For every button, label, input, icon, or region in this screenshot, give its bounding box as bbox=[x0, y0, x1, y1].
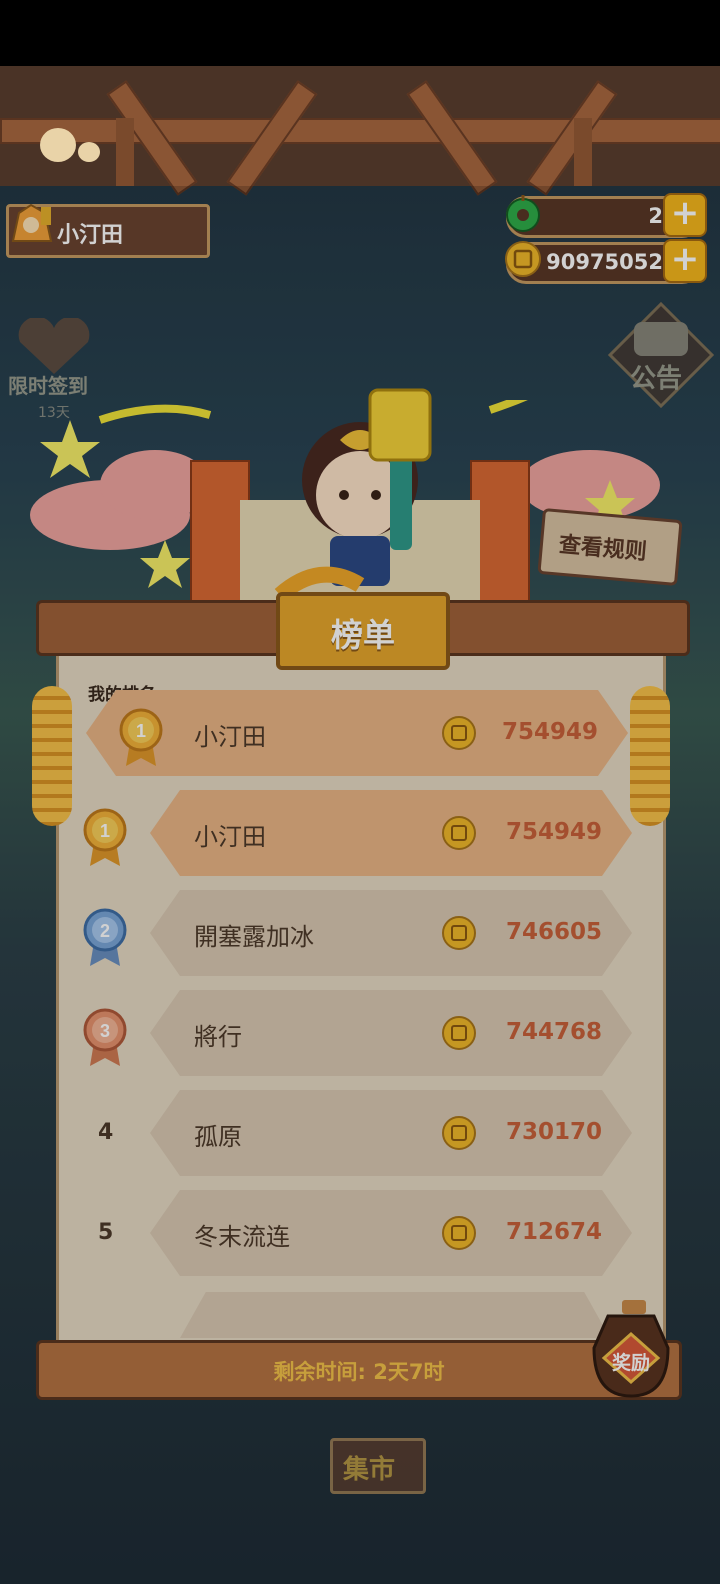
leaderboard-title: 榜单 bbox=[330, 616, 395, 654]
coin-icon bbox=[442, 816, 476, 850]
coin-icon bbox=[442, 916, 476, 950]
game-screen: 小汀田 2 + 90975052 + 限时签到 13天 公告 查看规则 榜单 1… bbox=[0, 0, 720, 1584]
player-name-plate[interactable]: 小汀田 bbox=[6, 203, 210, 258]
leaderboard-row-partial bbox=[180, 1292, 610, 1338]
view-rules-button[interactable]: 查看规则 bbox=[537, 508, 683, 586]
leaderboard-row[interactable]: 將行 744768 bbox=[150, 990, 632, 1076]
my-rank-score: 754949 bbox=[501, 719, 598, 745]
leaderboard-title-plate: 榜单 bbox=[276, 592, 450, 670]
coin-icon bbox=[442, 1216, 476, 1250]
coin-icon bbox=[442, 1016, 476, 1050]
player-avatar-icon bbox=[11, 203, 53, 242]
add-coin-button[interactable]: + bbox=[663, 239, 707, 283]
reward-jar-button[interactable]: 奖励 bbox=[588, 1300, 674, 1400]
market-button[interactable]: 集市 bbox=[330, 1438, 426, 1494]
jade-counter: 2 + bbox=[506, 193, 707, 238]
market-label: 集市 bbox=[343, 1455, 396, 1485]
leaderboard-row[interactable]: 孤原 730170 bbox=[150, 1090, 632, 1176]
player-name: 孤原 bbox=[194, 1123, 242, 1151]
remaining-time-bar: 剩余时间: 2天7时 bbox=[36, 1340, 682, 1400]
rank-number: 3 bbox=[100, 1021, 110, 1041]
add-jade-button[interactable]: + bbox=[663, 193, 707, 237]
reward-label: 奖励 bbox=[612, 1352, 651, 1374]
corn-decoration-right bbox=[630, 686, 670, 826]
view-rules-label: 查看规则 bbox=[557, 532, 648, 566]
rank-number: 1 bbox=[100, 821, 110, 841]
player-score: 746605 bbox=[505, 919, 602, 945]
my-rank-name: 小汀田 bbox=[194, 723, 266, 751]
player-score: 754949 bbox=[505, 819, 602, 845]
medal-bronze-icon: 3 bbox=[80, 1008, 130, 1072]
corn-decoration-left bbox=[32, 686, 72, 826]
player-name: 小汀田 bbox=[57, 223, 124, 248]
my-rank-row[interactable]: 1 小汀田 754949 bbox=[86, 690, 628, 776]
jade-value: 2 bbox=[648, 204, 663, 228]
status-bar bbox=[0, 0, 720, 66]
rank-number: 5 bbox=[98, 1220, 114, 1245]
coin-icon bbox=[442, 716, 476, 750]
player-name: 小汀田 bbox=[194, 823, 266, 851]
roof-beams bbox=[0, 66, 720, 196]
medal-gold-icon: 1 bbox=[116, 708, 166, 772]
player-score: 712674 bbox=[505, 1219, 602, 1245]
rank-number: 2 bbox=[100, 921, 110, 941]
coin-icon bbox=[505, 241, 541, 277]
leaderboard-row[interactable]: 開塞露加冰 746605 bbox=[150, 890, 632, 976]
jade-icon bbox=[506, 195, 540, 232]
player-score: 730170 bbox=[505, 1119, 602, 1145]
coin-counter: 90975052 + bbox=[505, 239, 707, 284]
chick-decoration bbox=[40, 128, 76, 162]
player-name: 將行 bbox=[194, 1023, 242, 1051]
my-rank-number: 1 bbox=[136, 721, 146, 741]
rank-number: 4 bbox=[98, 1120, 114, 1145]
coin-value: 90975052 bbox=[546, 250, 663, 274]
remaining-time: 剩余时间: 2天7时 bbox=[273, 1360, 445, 1384]
player-name: 開塞露加冰 bbox=[194, 923, 314, 951]
medal-silver-icon: 2 bbox=[80, 908, 130, 972]
player-score: 744768 bbox=[505, 1019, 602, 1045]
medal-gold-icon: 1 bbox=[80, 808, 130, 872]
leaderboard-row[interactable]: 冬末流连 712674 bbox=[150, 1190, 632, 1276]
player-name: 冬末流连 bbox=[194, 1223, 290, 1251]
coin-icon bbox=[442, 1116, 476, 1150]
leaderboard-row[interactable]: 小汀田 754949 bbox=[150, 790, 632, 876]
